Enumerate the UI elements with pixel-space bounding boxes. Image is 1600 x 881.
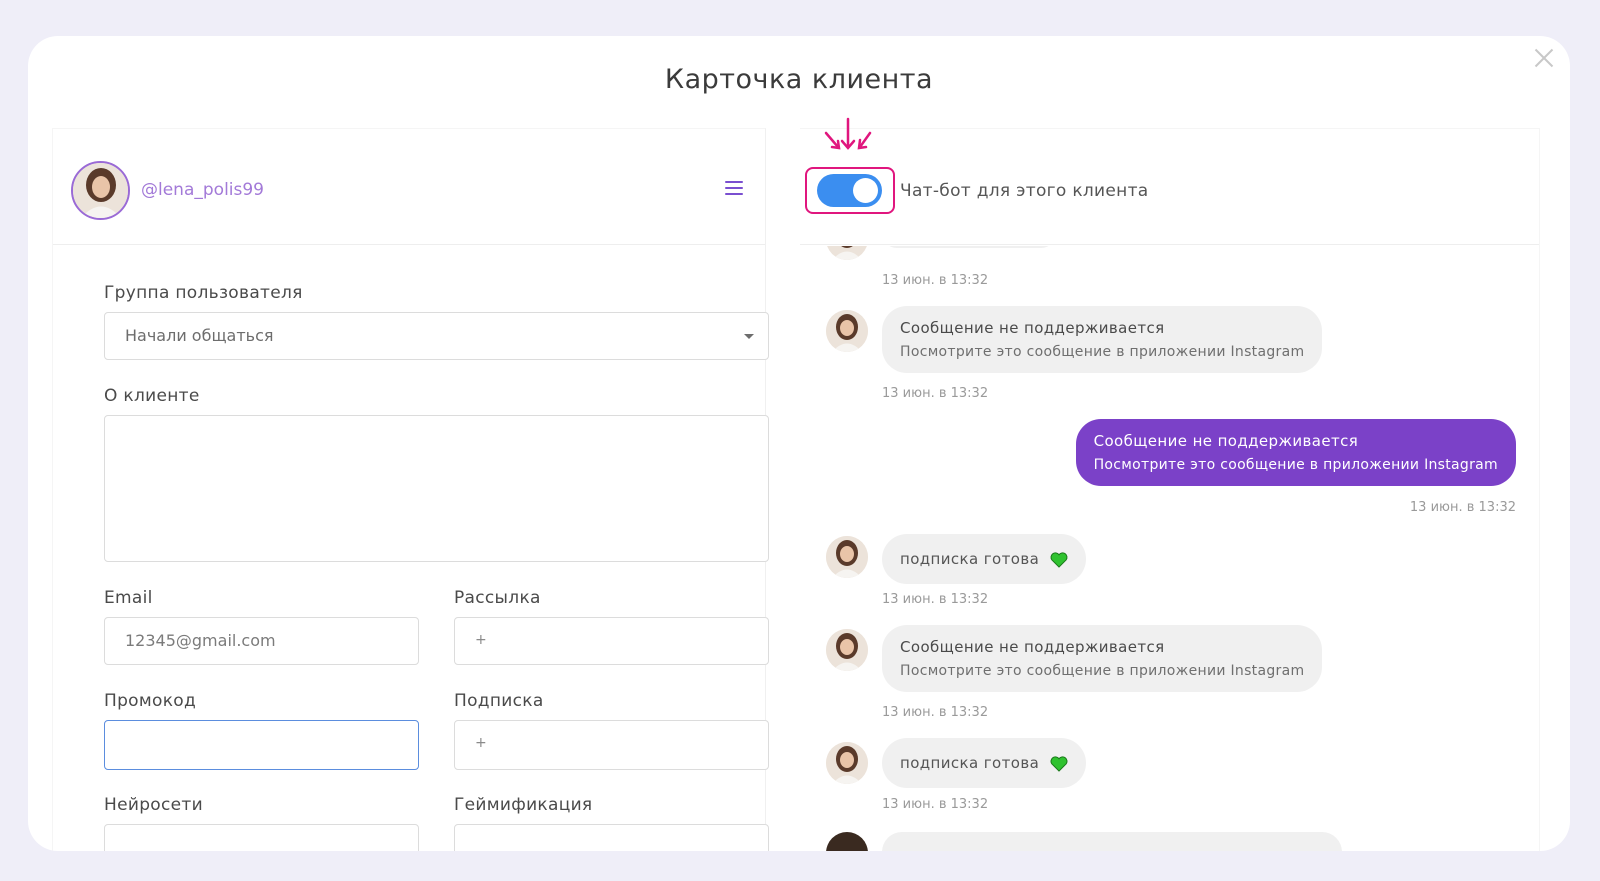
list-item: [826, 246, 1526, 268]
message-bubble: Сообщение не поддерживается Посмотрите э…: [882, 306, 1323, 373]
gamification-label: Геймификация: [454, 795, 593, 815]
message-text: подписка готова: [900, 754, 1040, 772]
email-label: Email: [104, 588, 153, 608]
message-subtitle: Посмотрите это сообщение в приложении In…: [1093, 457, 1498, 473]
client-info-panel: @lena_polis99 Группа пользователя Начали…: [52, 128, 769, 851]
message-time: 13 июн. в 13:32: [1409, 500, 1516, 515]
green-heart-icon: [1050, 551, 1068, 568]
message-time: 13 июн. в 13:32: [882, 705, 989, 720]
message-title: Сообщение не поддерживается: [900, 319, 1165, 337]
message-title: Сообщение не поддерживается: [900, 638, 1165, 656]
group-label: Группа пользователя: [104, 283, 303, 303]
attention-arrows-icon: [824, 117, 872, 150]
email-field[interactable]: 12345@gmail.com: [104, 617, 419, 665]
promo-field[interactable]: [104, 720, 419, 770]
avatar: [826, 246, 868, 260]
mailing-label: Рассылка: [454, 588, 541, 608]
message-time: 13 июн. в 13:32: [882, 386, 989, 401]
message-subtitle: Посмотрите это сообщение в приложении In…: [900, 663, 1305, 679]
mailing-value: +: [475, 632, 487, 648]
avatar: [826, 742, 868, 784]
email-value: 12345@gmail.com: [125, 631, 276, 650]
chat-panel: Чат-бот для этого клиента 13 июн. в 13:3…: [800, 117, 1540, 851]
subscription-field[interactable]: +: [454, 720, 769, 770]
message-bubble: [882, 832, 1342, 851]
subscription-label: Подписка: [454, 691, 544, 711]
neural-label: Нейросети: [104, 795, 203, 815]
username-link[interactable]: @lena_polis99: [141, 180, 264, 200]
message-time: 13 июн. в 13:32: [882, 273, 989, 288]
modal-title: Карточка клиента: [664, 64, 934, 95]
message-time: 13 июн. в 13:32: [882, 592, 989, 607]
message-time: 13 июн. в 13:32: [882, 797, 989, 812]
promo-label: Промокод: [104, 691, 197, 711]
close-icon[interactable]: [1532, 46, 1556, 70]
neural-field[interactable]: [104, 824, 419, 851]
chatbot-header: Чат-бот для этого клиента: [800, 117, 1539, 245]
menu-icon[interactable]: [725, 181, 743, 197]
group-select-value: Начали общаться: [125, 326, 274, 345]
chatbot-toggle[interactable]: [817, 174, 882, 207]
chatbot-toggle-label: Чат-бот для этого клиента: [900, 181, 1149, 201]
message-list: 13 июн. в 13:32 Сообщение не поддерживае…: [800, 246, 1540, 851]
about-textarea[interactable]: [104, 415, 769, 562]
avatar: [826, 629, 868, 671]
message-bubble: [882, 246, 1056, 248]
message-subtitle: Посмотрите это сообщение в приложении In…: [900, 344, 1305, 360]
group-select[interactable]: Начали общаться: [104, 312, 769, 360]
about-label: О клиенте: [104, 386, 200, 406]
avatar: [826, 310, 868, 352]
message-bubble: подписка готова: [882, 534, 1087, 584]
chevron-down-icon: [744, 334, 754, 339]
gamification-field[interactable]: [454, 824, 769, 851]
message-title: Сообщение не поддерживается: [1093, 432, 1359, 450]
mailing-field[interactable]: +: [454, 617, 769, 665]
avatar[interactable]: [71, 161, 130, 220]
message-bubble-outgoing: Сообщение не поддерживается Посмотрите э…: [1075, 419, 1516, 486]
avatar: [826, 536, 868, 578]
message-text: подписка готова: [900, 550, 1040, 568]
profile-header: @lena_polis99: [53, 129, 765, 245]
message-bubble: подписка готова: [882, 738, 1087, 788]
client-card-modal: Карточка клиента @lena_polis99 Группа по…: [28, 36, 1570, 851]
message-bubble: Сообщение не поддерживается Посмотрите э…: [882, 625, 1323, 692]
subscription-value: +: [475, 735, 487, 751]
avatar: [826, 832, 868, 851]
green-heart-icon: [1050, 755, 1068, 772]
